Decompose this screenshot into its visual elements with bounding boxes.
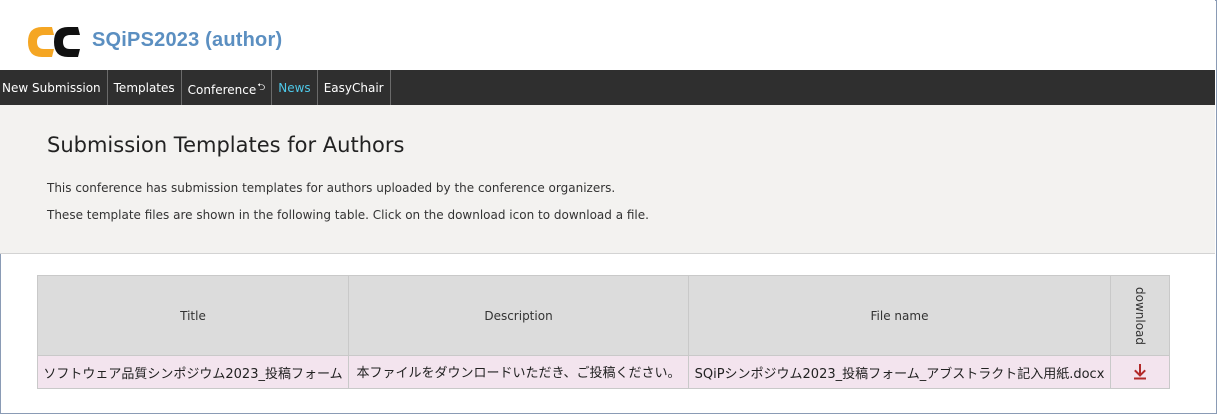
nav-templates[interactable]: Templates xyxy=(108,70,182,105)
column-header-file-name: File name xyxy=(688,275,1111,356)
easychair-logo-icon[interactable] xyxy=(24,25,84,59)
template-title-cell: ソフトウェア品質シンポジウム2023_投稿フォーム xyxy=(37,355,349,389)
column-header-title: Title xyxy=(37,275,349,356)
nav-news[interactable]: News xyxy=(272,70,318,105)
intro-text-line-1: This conference has submission templates… xyxy=(47,181,616,195)
app-title[interactable]: SQiPS2023 (author) xyxy=(92,29,282,52)
column-header-download: download xyxy=(1109,275,1171,356)
template-description-cell: 本ファイルをダウンロードいただき、ご投稿ください。 xyxy=(348,355,689,389)
app-header: SQiPS2023 (author) xyxy=(0,0,1215,70)
submenu-return-icon: ⮌ xyxy=(257,82,266,93)
table-row: ソフトウェア品質シンポジウム2023_投稿フォーム 本ファイルをダウンロードいた… xyxy=(37,355,1171,389)
info-panel: Submission Templates for Authors This co… xyxy=(0,105,1215,254)
page-title: Submission Templates for Authors xyxy=(47,133,405,157)
download-arrow-icon[interactable] xyxy=(1133,364,1147,380)
download-cell xyxy=(1109,355,1171,389)
column-header-description: Description xyxy=(348,275,689,356)
nav-conference[interactable]: Conference⮌ xyxy=(182,70,273,105)
intro-text-line-2: These template files are shown in the fo… xyxy=(47,208,649,222)
table-header-row: Title Description File name download xyxy=(37,275,1171,356)
template-file-name-cell: SQiPシンポジウム2023_投稿フォーム_アブストラクト記入用紙.docx xyxy=(688,355,1111,389)
main-nav: New Submission Templates Conference⮌ New… xyxy=(0,70,1215,105)
nav-new-submission[interactable]: New Submission xyxy=(0,70,108,105)
templates-table: Title Description File name download ソフト… xyxy=(37,275,1171,389)
nav-easychair[interactable]: EasyChair xyxy=(318,70,391,105)
